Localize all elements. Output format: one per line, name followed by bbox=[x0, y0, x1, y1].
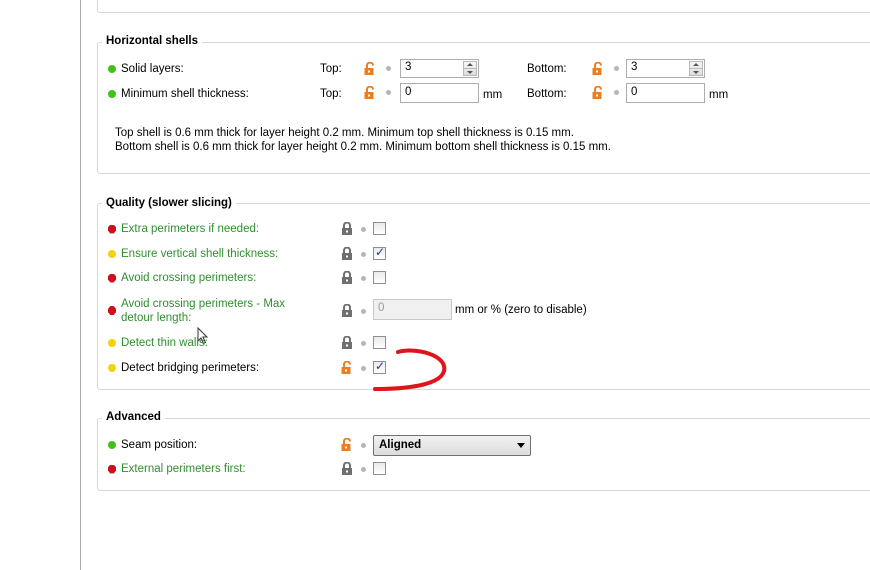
quality-title: Quality (slower slicing) bbox=[102, 197, 236, 209]
extra-perimeters-label: Extra perimeters if needed: bbox=[121, 223, 260, 235]
separator-dot bbox=[361, 443, 366, 448]
separator-dot bbox=[361, 227, 366, 232]
seam-position-select[interactable]: Aligned bbox=[373, 435, 531, 456]
solid-layers-top-label: Top: bbox=[320, 63, 342, 75]
lock-icon[interactable] bbox=[341, 304, 353, 317]
min-thickness-bottom-input[interactable]: 0 bbox=[626, 83, 705, 103]
lock-icon[interactable] bbox=[341, 247, 353, 260]
avoid-crossing-row: Avoid crossing perimeters: bbox=[108, 268, 256, 288]
external-first-row: External perimeters first: bbox=[108, 459, 246, 479]
unlock-icon[interactable] bbox=[364, 62, 376, 75]
status-dot-icon bbox=[108, 339, 116, 347]
min-thickness-top-input[interactable]: 0 bbox=[400, 83, 479, 103]
separator-dot bbox=[614, 90, 619, 95]
spinner-buttons[interactable] bbox=[689, 61, 703, 76]
unlock-icon[interactable] bbox=[341, 438, 353, 451]
lock-icon[interactable] bbox=[341, 336, 353, 349]
avoid-crossing-max-label-2: detour length: bbox=[121, 312, 192, 324]
lock-icon[interactable] bbox=[341, 462, 353, 475]
solid-layers-top-value: 3 bbox=[405, 61, 412, 73]
separator-dot bbox=[361, 252, 366, 257]
horizontal-shells-group bbox=[97, 42, 870, 174]
annotation-mark bbox=[373, 348, 447, 391]
avoid-crossing-max-unit: mm or % (zero to disable) bbox=[455, 304, 587, 316]
separator-dot bbox=[614, 66, 619, 71]
seam-position-label: Seam position: bbox=[121, 439, 198, 451]
shell-info-line-2: Bottom shell is 0.6 mm thick for layer h… bbox=[115, 141, 611, 153]
advanced-title: Advanced bbox=[102, 411, 165, 423]
lock-icon[interactable] bbox=[341, 222, 353, 235]
chevron-down-icon bbox=[517, 443, 525, 448]
top-partial-group bbox=[97, 0, 870, 13]
detect-thin-walls-row: Detect thin walls: bbox=[108, 333, 208, 353]
extra-perimeters-checkbox[interactable] bbox=[373, 222, 386, 235]
min-thickness-bottom-label: Bottom: bbox=[527, 88, 567, 100]
detect-bridging-label: Detect bridging perimeters: bbox=[121, 362, 260, 374]
status-dot-icon bbox=[108, 464, 116, 474]
solid-layers-bottom-label: Bottom: bbox=[527, 63, 567, 75]
min-thickness-top-unit: mm bbox=[483, 89, 503, 101]
min-thickness-top-value: 0 bbox=[405, 86, 412, 98]
status-dot-icon bbox=[108, 224, 116, 234]
external-first-checkbox[interactable] bbox=[373, 462, 386, 475]
external-first-label: External perimeters first: bbox=[121, 463, 246, 475]
separator-dot bbox=[361, 341, 366, 346]
avoid-crossing-max-input[interactable]: 0 bbox=[373, 299, 452, 320]
status-dot-icon bbox=[108, 441, 116, 449]
status-dot-icon bbox=[108, 364, 116, 372]
unlock-icon[interactable] bbox=[341, 361, 353, 374]
status-dot-icon bbox=[108, 250, 116, 258]
min-shell-thickness-row: Minimum shell thickness: bbox=[108, 84, 249, 104]
unlock-icon[interactable] bbox=[364, 86, 376, 99]
ensure-vertical-checkbox[interactable] bbox=[373, 245, 386, 260]
detect-thin-walls-label: Detect thin walls: bbox=[121, 337, 208, 349]
min-thickness-bottom-unit: mm bbox=[709, 89, 729, 101]
lock-icon[interactable] bbox=[341, 271, 353, 284]
min-thickness-bottom-value: 0 bbox=[631, 86, 638, 98]
solid-layers-bottom-spinner[interactable]: 3 bbox=[626, 59, 705, 78]
extra-perimeters-row: Extra perimeters if needed: bbox=[108, 219, 259, 239]
unlock-icon[interactable] bbox=[592, 62, 604, 75]
solid-layers-top-spinner[interactable]: 3 bbox=[400, 59, 479, 78]
solid-layers-bottom-value: 3 bbox=[631, 61, 638, 73]
ensure-vertical-label: Ensure vertical shell thickness: bbox=[121, 248, 279, 260]
solid-layers-label: Solid layers: bbox=[121, 63, 184, 75]
seam-position-value: Aligned bbox=[379, 439, 422, 451]
min-thickness-top-label: Top: bbox=[320, 88, 342, 100]
avoid-crossing-max-value: 0 bbox=[378, 302, 385, 314]
min-shell-thickness-label: Minimum shell thickness: bbox=[121, 88, 249, 100]
separator-dot bbox=[361, 467, 366, 472]
sidebar-divider bbox=[80, 0, 81, 570]
separator-dot bbox=[361, 309, 366, 314]
separator-dot bbox=[361, 366, 366, 371]
solid-layers-row: Solid layers: bbox=[108, 59, 184, 79]
status-dot-icon bbox=[108, 90, 116, 98]
separator-dot bbox=[386, 90, 391, 95]
detect-bridging-row: Detect bridging perimeters: bbox=[108, 358, 259, 378]
status-dot-icon bbox=[108, 306, 116, 315]
unlock-icon[interactable] bbox=[592, 86, 604, 99]
separator-dot bbox=[386, 66, 391, 71]
avoid-crossing-max-label-1: Avoid crossing perimeters - Max bbox=[121, 298, 286, 310]
spinner-buttons[interactable] bbox=[463, 61, 477, 76]
ensure-vertical-row: Ensure vertical shell thickness: bbox=[108, 244, 278, 264]
seam-position-row: Seam position: bbox=[108, 435, 197, 455]
horizontal-shells-title: Horizontal shells bbox=[102, 35, 203, 47]
avoid-crossing-checkbox[interactable] bbox=[373, 271, 386, 284]
status-dot-icon bbox=[108, 273, 116, 283]
separator-dot bbox=[361, 276, 366, 281]
avoid-crossing-label: Avoid crossing perimeters: bbox=[121, 272, 257, 284]
shell-info-line-1: Top shell is 0.6 mm thick for layer heig… bbox=[115, 127, 574, 139]
status-dot-icon bbox=[108, 65, 116, 73]
